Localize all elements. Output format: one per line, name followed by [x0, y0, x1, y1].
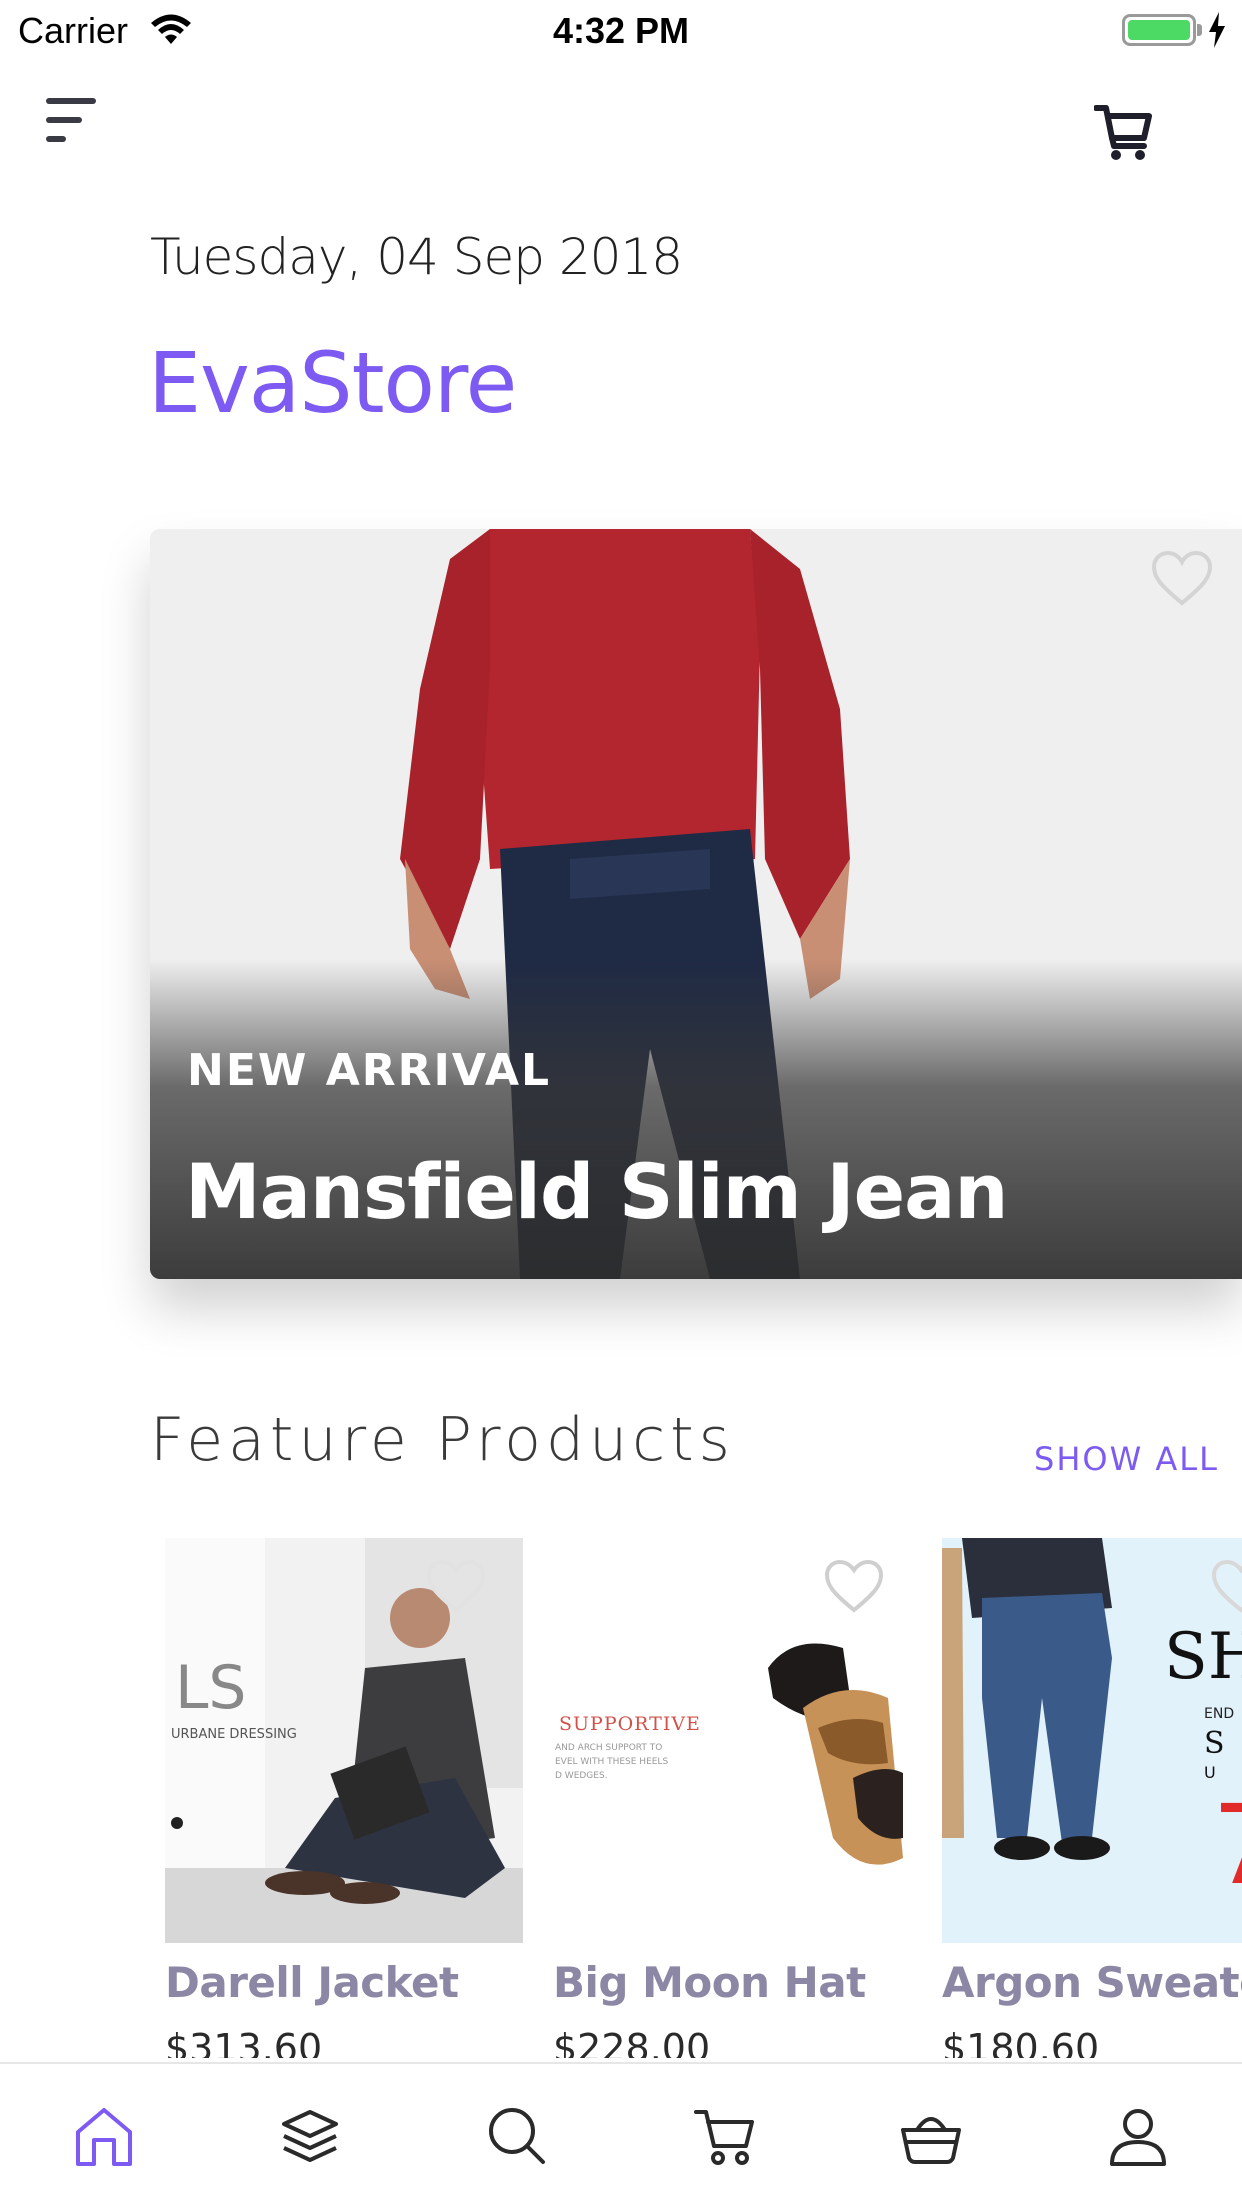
tab-profile[interactable]	[1106, 2104, 1170, 2168]
hero-title: Mansfield Slim Jean	[185, 1147, 1009, 1236]
image-text-big: SH	[1164, 1620, 1242, 1694]
cart-icon	[694, 2110, 754, 2165]
product-name: Darell Jacket	[165, 1958, 459, 2007]
image-text-line: URBANE DRESSING	[171, 1727, 297, 1742]
product-card[interactable]: SH END S U 7 Argon Sweater $180.60	[942, 1538, 1242, 2058]
hero-card[interactable]: NEW ARRIVAL Mansfield Slim Jean	[150, 529, 1242, 1279]
image-text-s: S	[1204, 1726, 1225, 1761]
current-date: Tuesday, 04 Sep 2018	[150, 228, 683, 286]
user-icon	[1110, 2109, 1166, 2166]
status-time: 4:32 PM	[552, 10, 690, 51]
product-image: SH END S U 7	[942, 1538, 1242, 1943]
product-photo: SH END S U 7	[942, 1538, 1242, 1943]
show-all-link[interactable]: SHOW ALL	[1034, 1440, 1219, 1478]
search-icon	[489, 2108, 545, 2164]
image-text-big: LS	[175, 1653, 247, 1723]
product-image: LS URBANE DRESSING	[165, 1538, 523, 1943]
image-headline: SUPPORTIVE	[559, 1713, 701, 1735]
hero-badge: NEW ARRIVAL	[187, 1045, 552, 1096]
battery-icon	[1122, 14, 1196, 46]
image-line-2: EVEL WITH THESE HEELS	[555, 1757, 668, 1767]
product-name: Argon Sweater	[942, 1958, 1242, 2007]
product-card[interactable]: LS URBANE DRESSING Darell Jacket $313.60	[165, 1538, 523, 2058]
status-bar: Carrier 4:32 PM	[0, 0, 1242, 60]
menu-icon[interactable]	[46, 96, 98, 148]
bottom-tab-bar	[0, 2062, 1242, 2208]
tab-basket[interactable]	[899, 2104, 963, 2168]
product-name: Big Moon Hat	[553, 1958, 866, 2007]
basket-icon	[901, 2117, 961, 2164]
tab-search[interactable]	[485, 2104, 549, 2168]
tab-cart[interactable]	[692, 2104, 756, 2168]
cart-icon[interactable]	[1094, 102, 1152, 162]
home-icon	[76, 2108, 132, 2166]
product-image: SUPPORTIVE AND ARCH SUPPORT TO EVEL WITH…	[553, 1538, 911, 1943]
product-price: $180.60	[942, 2026, 1100, 2058]
favorite-heart-icon[interactable]	[823, 1558, 885, 1614]
battery-tip	[1197, 24, 1202, 36]
image-text-u: U	[1204, 1763, 1216, 1782]
product-price: $313.60	[165, 2026, 323, 2058]
charging-icon	[1209, 12, 1225, 48]
image-line-3: D WEDGES.	[555, 1771, 608, 1781]
tab-categories[interactable]	[278, 2104, 342, 2168]
favorite-heart-icon[interactable]	[1150, 549, 1214, 607]
tab-home[interactable]	[72, 2104, 136, 2168]
layers-icon	[282, 2110, 338, 2162]
product-carousel[interactable]: LS URBANE DRESSING Darell Jacket $313.60…	[0, 1538, 1242, 2058]
image-text-small: END	[1204, 1706, 1234, 1722]
image-text-number: 7	[1212, 1781, 1242, 1909]
favorite-heart-icon[interactable]	[425, 1558, 487, 1614]
store-title: EvaStore	[148, 334, 517, 432]
favorite-heart-icon[interactable]	[1210, 1558, 1242, 1614]
feature-products-title: Feature Products	[150, 1405, 735, 1475]
image-line-1: AND ARCH SUPPORT TO	[555, 1743, 662, 1753]
product-card[interactable]: SUPPORTIVE AND ARCH SUPPORT TO EVEL WITH…	[553, 1538, 911, 2058]
product-price: $228.00	[553, 2026, 711, 2058]
